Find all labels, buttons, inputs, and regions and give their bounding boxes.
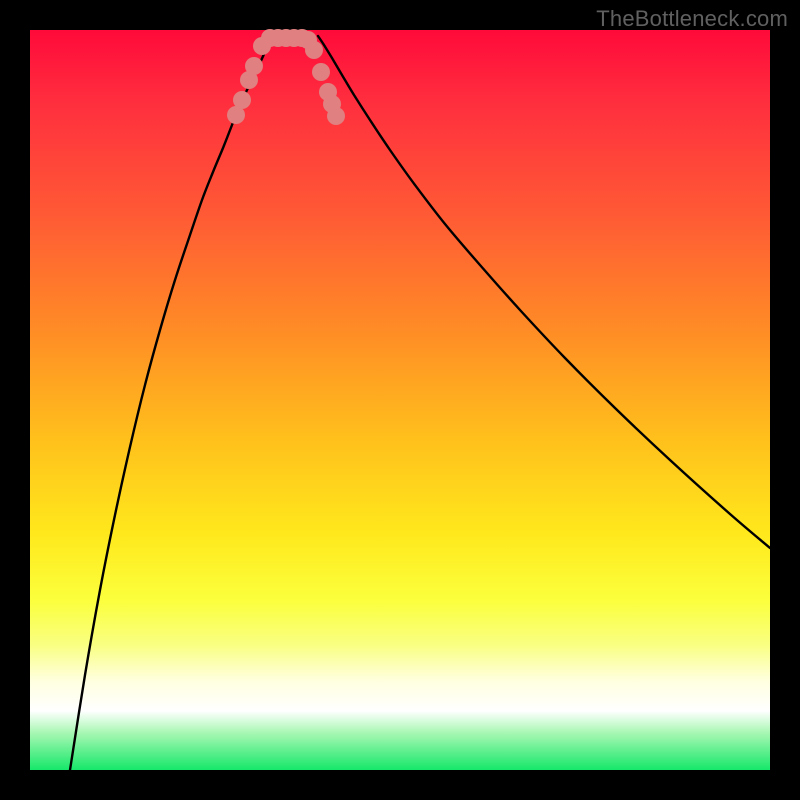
watermark-text: TheBottleneck.com: [596, 6, 788, 32]
marker-dot: [245, 57, 263, 75]
marker-dot: [312, 63, 330, 81]
marker-dot: [233, 91, 251, 109]
markers-group: [227, 29, 345, 125]
chart-svg: [30, 30, 770, 770]
right-curve: [318, 36, 770, 548]
curves-group: [70, 36, 770, 770]
left-curve: [70, 36, 272, 770]
marker-dot: [305, 41, 323, 59]
plot-area: [30, 30, 770, 770]
chart-frame: TheBottleneck.com: [0, 0, 800, 800]
marker-dot: [327, 107, 345, 125]
